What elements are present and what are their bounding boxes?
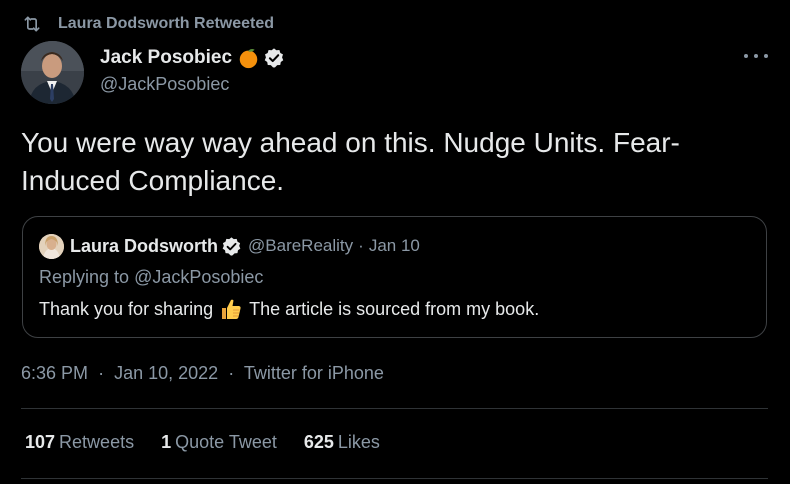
quoted-tweet-body: Thank you for sharing The article is sou… [39, 297, 539, 321]
quote-tweets-label: Quote Tweet [175, 432, 277, 452]
quote-tweets-count: 1 [161, 432, 172, 452]
verified-badge-icon [221, 236, 242, 257]
quoted-separator: · [358, 236, 364, 255]
more-dot [744, 54, 748, 58]
more-options-icon[interactable] [744, 48, 768, 64]
more-dot [764, 54, 768, 58]
meta-separator: · [228, 363, 235, 383]
likes-count: 625 [303, 432, 334, 452]
likes-label: Likes [337, 432, 380, 452]
author-display-name[interactable]: Jack Posobiec [100, 47, 232, 69]
orange-emoji-icon [238, 48, 259, 69]
tweet-meta: 6:36 PM · Jan 10, 2022 · Twitter for iPh… [21, 363, 384, 384]
divider [21, 478, 768, 479]
likes-stat[interactable]: 625 Likes [304, 432, 380, 453]
verified-badge-icon [263, 47, 285, 69]
author-block: Jack Posobiec @JackPosobiec [100, 45, 285, 95]
quoted-author-name[interactable]: Laura Dodsworth [70, 236, 218, 257]
replying-prefix: Replying to [39, 267, 130, 287]
author-avatar[interactable] [21, 41, 84, 104]
more-dot [754, 54, 758, 58]
author-name-row: Jack Posobiec [100, 45, 285, 71]
author-handle[interactable]: @JackPosobiec [100, 74, 285, 95]
quoted-body-text-end: The article is sourced from my book. [249, 298, 540, 319]
quote-tweets-stat[interactable]: 1 Quote Tweet [161, 432, 277, 453]
retweets-count: 107 [25, 432, 56, 452]
retweet-banner[interactable]: Laura Dodsworth Retweeted [22, 13, 274, 35]
thumbs-up-emoji-icon [219, 297, 243, 321]
replying-to-handle[interactable]: @JackPosobiec [134, 267, 263, 287]
quoted-replying-to: Replying to @JackPosobiec [39, 267, 263, 288]
quoted-date[interactable]: Jan 10 [369, 236, 420, 256]
retweet-icon [22, 14, 42, 34]
engagement-stats: 107 Retweets 1 Quote Tweet 625 Likes [25, 432, 407, 453]
retweets-label: Retweets [59, 432, 135, 452]
tweet-time[interactable]: 6:36 PM [21, 363, 88, 383]
tweet-date[interactable]: Jan 10, 2022 [114, 363, 218, 383]
retweet-banner-text: Laura Dodsworth Retweeted [58, 15, 275, 32]
quoted-body-text-start: Thank you for sharing [39, 298, 214, 319]
tweet-source[interactable]: Twitter for iPhone [244, 363, 384, 383]
quoted-author-avatar[interactable] [39, 233, 64, 259]
tweet-text: You were way way ahead on this. Nudge Un… [21, 127, 680, 196]
quoted-tweet-header: Laura Dodsworth @BareReality · Jan 10 [39, 233, 420, 259]
divider [21, 408, 768, 409]
meta-separator: · [98, 363, 105, 383]
quoted-tweet[interactable]: Laura Dodsworth @BareReality · Jan 10 Re… [22, 216, 767, 338]
retweets-stat[interactable]: 107 Retweets [25, 432, 134, 453]
quoted-author-handle[interactable]: @BareReality [248, 236, 353, 256]
